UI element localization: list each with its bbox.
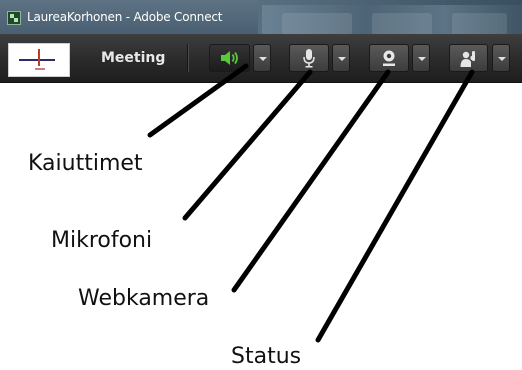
- annotation-pointers: [147, 63, 475, 343]
- microphone-label: Mikrofoni: [51, 228, 153, 253]
- status-label: Status: [231, 344, 302, 369]
- webcam-label: Webkamera: [78, 286, 210, 311]
- status-pointer-line: [315, 69, 475, 343]
- speakers-label: Kaiuttimet: [28, 151, 143, 176]
- speaker-pointer-line: [147, 63, 249, 138]
